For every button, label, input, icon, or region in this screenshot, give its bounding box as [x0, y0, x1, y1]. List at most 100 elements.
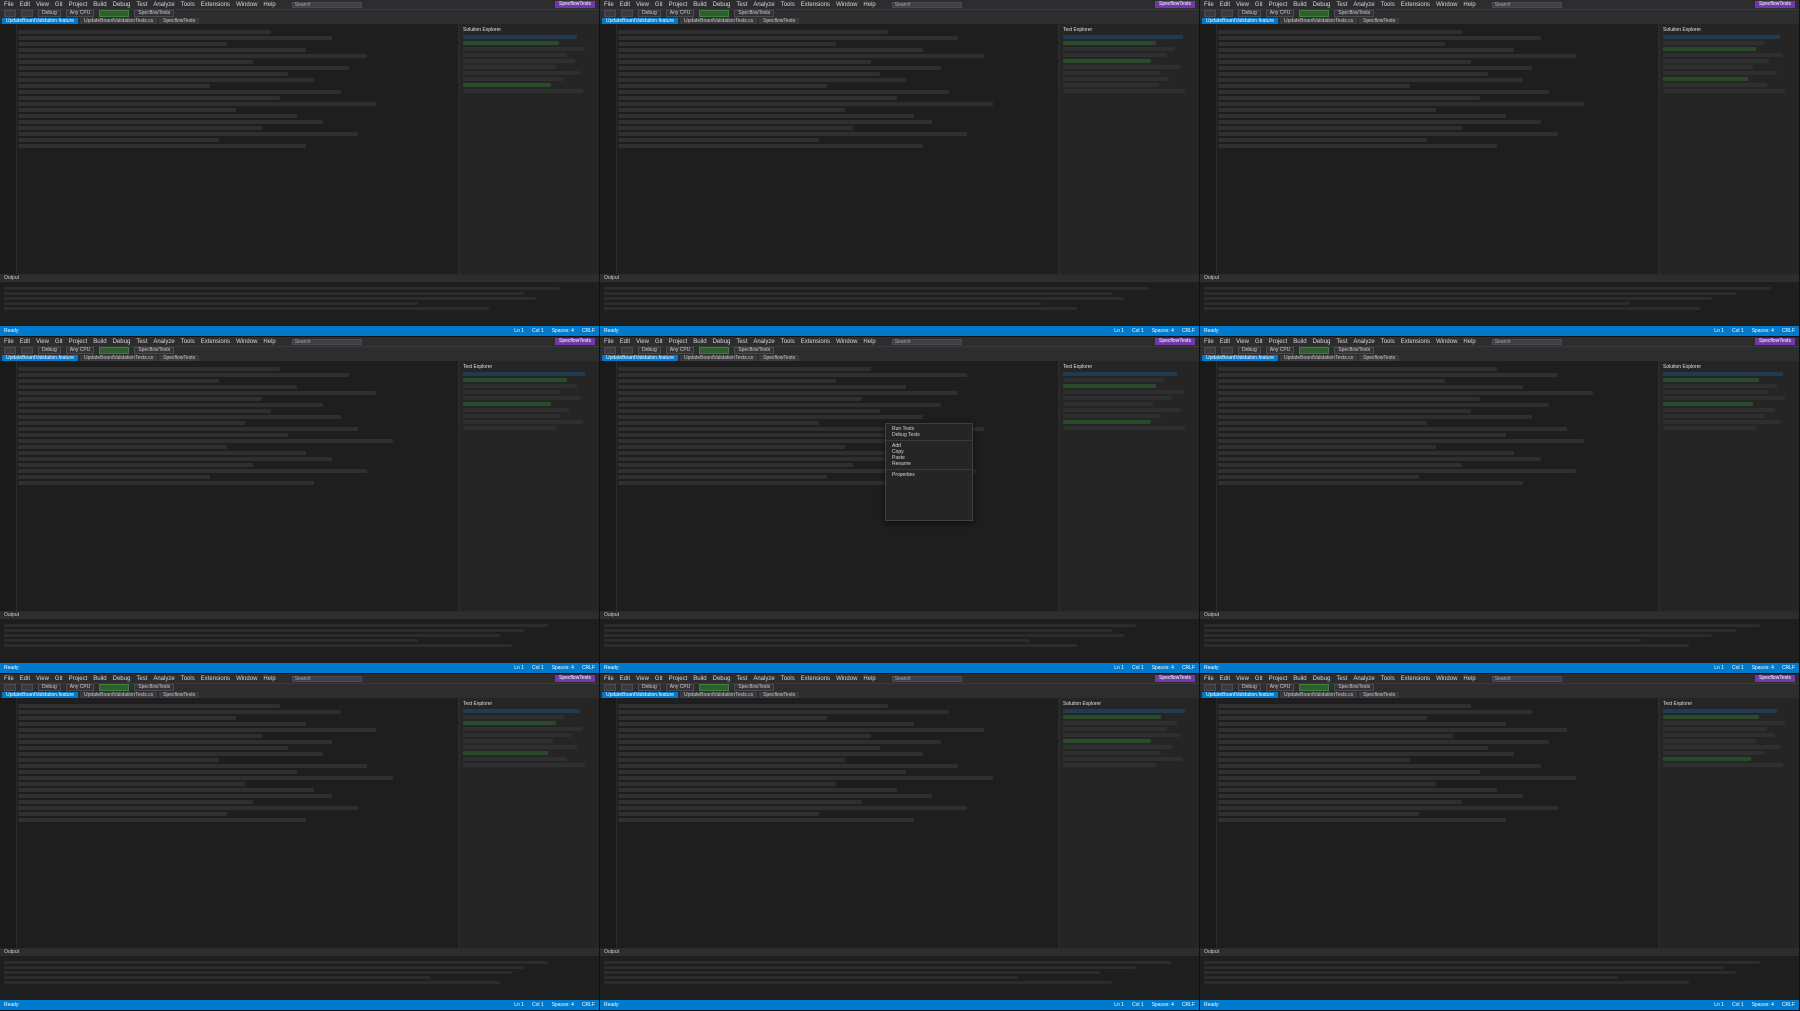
forward-icon[interactable]: [621, 10, 633, 17]
menu-test[interactable]: Test: [1336, 676, 1347, 682]
menu-file[interactable]: File: [1204, 339, 1214, 345]
start-button[interactable]: [699, 347, 730, 354]
menu-project[interactable]: Project: [1269, 2, 1288, 8]
tab-tests[interactable]: UpdateBoardValidationTests.cs: [80, 691, 158, 698]
config-select[interactable]: Debug: [38, 347, 61, 354]
menu-git[interactable]: Git: [55, 339, 63, 345]
search-input[interactable]: Search: [1491, 338, 1562, 345]
tab-feature[interactable]: UpdateBoardValidation.feature: [602, 354, 679, 361]
menu-window[interactable]: Window: [1436, 2, 1457, 8]
tab-project[interactable]: SpecflowTests: [759, 691, 800, 698]
back-icon[interactable]: [1204, 347, 1216, 354]
context-debug-tests[interactable]: Debug Tests: [886, 432, 972, 438]
back-icon[interactable]: [4, 684, 16, 691]
menu-file[interactable]: File: [604, 676, 614, 682]
menu-git[interactable]: Git: [1255, 339, 1263, 345]
config-select[interactable]: Debug: [638, 347, 661, 354]
menu-tools[interactable]: Tools: [181, 2, 195, 8]
start-button[interactable]: [1299, 684, 1330, 691]
start-button[interactable]: [1299, 10, 1330, 17]
menu-debug[interactable]: Debug: [113, 2, 131, 8]
menu-analyze[interactable]: Analyze: [753, 676, 774, 682]
startup-project-select[interactable]: SpecflowTests: [734, 10, 775, 17]
menu-project[interactable]: Project: [669, 2, 688, 8]
forward-icon[interactable]: [621, 347, 633, 354]
startup-project-select[interactable]: SpecflowTests: [134, 10, 175, 17]
menu-build[interactable]: Build: [93, 676, 106, 682]
menu-edit[interactable]: Edit: [1220, 676, 1230, 682]
menu-build[interactable]: Build: [693, 339, 706, 345]
menu-view[interactable]: View: [36, 676, 49, 682]
search-input[interactable]: Search: [1491, 675, 1562, 682]
menu-window[interactable]: Window: [1436, 339, 1457, 345]
startup-project-select[interactable]: SpecflowTests: [134, 347, 175, 354]
menu-help[interactable]: Help: [263, 676, 275, 682]
tab-project[interactable]: SpecflowTests: [159, 17, 200, 24]
platform-select[interactable]: Any CPU: [1265, 10, 1295, 17]
menu-project[interactable]: Project: [69, 676, 88, 682]
menu-project[interactable]: Project: [669, 676, 688, 682]
menu-help[interactable]: Help: [263, 339, 275, 345]
menu-project[interactable]: Project: [1269, 676, 1288, 682]
tab-project[interactable]: SpecflowTests: [1359, 354, 1400, 361]
tab-project[interactable]: SpecflowTests: [1359, 17, 1400, 24]
tab-project[interactable]: SpecflowTests: [759, 17, 800, 24]
back-icon[interactable]: [1204, 684, 1216, 691]
config-select[interactable]: Debug: [38, 684, 61, 691]
menu-git[interactable]: Git: [655, 676, 663, 682]
menu-extensions[interactable]: Extensions: [1401, 339, 1430, 345]
menu-debug[interactable]: Debug: [713, 2, 731, 8]
tab-project[interactable]: SpecflowTests: [759, 354, 800, 361]
code-editor[interactable]: [0, 698, 459, 948]
menu-build[interactable]: Build: [693, 2, 706, 8]
menu-analyze[interactable]: Analyze: [753, 339, 774, 345]
forward-icon[interactable]: [621, 684, 633, 691]
tab-feature[interactable]: UpdateBoardValidation.feature: [2, 354, 79, 361]
menu-file[interactable]: File: [604, 2, 614, 8]
menu-edit[interactable]: Edit: [620, 2, 630, 8]
menu-git[interactable]: Git: [55, 2, 63, 8]
platform-select[interactable]: Any CPU: [665, 347, 695, 354]
forward-icon[interactable]: [1221, 684, 1233, 691]
menu-test[interactable]: Test: [736, 2, 747, 8]
tab-feature[interactable]: UpdateBoardValidation.feature: [1202, 17, 1279, 24]
menu-analyze[interactable]: Analyze: [153, 339, 174, 345]
menu-file[interactable]: File: [4, 339, 14, 345]
menu-window[interactable]: Window: [836, 339, 857, 345]
menu-tools[interactable]: Tools: [781, 339, 795, 345]
menu-build[interactable]: Build: [93, 339, 106, 345]
menu-tools[interactable]: Tools: [181, 339, 195, 345]
menu-file[interactable]: File: [4, 2, 14, 8]
menu-project[interactable]: Project: [1269, 339, 1288, 345]
menu-build[interactable]: Build: [693, 676, 706, 682]
menu-edit[interactable]: Edit: [1220, 2, 1230, 8]
start-button[interactable]: [1299, 347, 1330, 354]
search-input[interactable]: Search: [291, 338, 362, 345]
start-button[interactable]: [699, 10, 730, 17]
menu-help[interactable]: Help: [263, 2, 275, 8]
menu-git[interactable]: Git: [1255, 676, 1263, 682]
menu-test[interactable]: Test: [736, 339, 747, 345]
menu-build[interactable]: Build: [1293, 676, 1306, 682]
back-icon[interactable]: [604, 684, 616, 691]
tab-tests[interactable]: UpdateBoardValidationTests.cs: [680, 691, 758, 698]
back-icon[interactable]: [604, 347, 616, 354]
code-editor[interactable]: [0, 361, 459, 611]
menu-build[interactable]: Build: [1293, 2, 1306, 8]
startup-project-select[interactable]: SpecflowTests: [134, 684, 175, 691]
back-icon[interactable]: [1204, 10, 1216, 17]
code-editor[interactable]: [1200, 698, 1659, 948]
code-editor[interactable]: [600, 698, 1059, 948]
menu-git[interactable]: Git: [655, 339, 663, 345]
menu-help[interactable]: Help: [863, 339, 875, 345]
menu-test[interactable]: Test: [1336, 339, 1347, 345]
context-rename[interactable]: Rename: [886, 461, 972, 467]
menu-edit[interactable]: Edit: [620, 339, 630, 345]
tab-project[interactable]: SpecflowTests: [1359, 691, 1400, 698]
tab-tests[interactable]: UpdateBoardValidationTests.cs: [680, 354, 758, 361]
menu-tools[interactable]: Tools: [1381, 339, 1395, 345]
startup-project-select[interactable]: SpecflowTests: [734, 347, 775, 354]
platform-select[interactable]: Any CPU: [65, 684, 95, 691]
menu-debug[interactable]: Debug: [113, 339, 131, 345]
config-select[interactable]: Debug: [1238, 10, 1261, 17]
